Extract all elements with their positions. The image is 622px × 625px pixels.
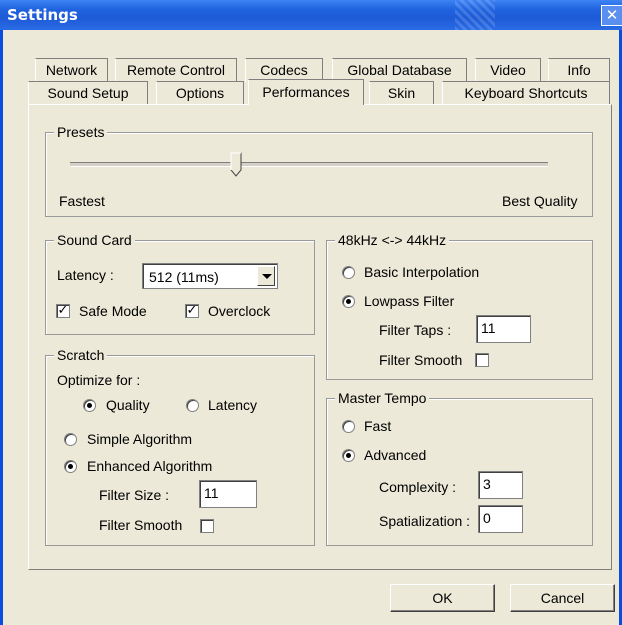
sound-card-legend: Sound Card [54, 232, 135, 248]
tab-keyboard-shortcuts[interactable]: Keyboard Shortcuts [442, 81, 610, 105]
window-frame-left [0, 30, 3, 625]
simple-algorithm-label: Simple Algorithm [87, 431, 193, 447]
tab-label: Remote Control [126, 62, 226, 78]
sound-card-group: Sound Card Latency : 512 (11ms) ✓ Safe M… [45, 232, 315, 335]
latency-label: Latency : [57, 267, 114, 283]
master-tempo-group: Master Tempo Fast Advanced Complexity : … [326, 390, 593, 546]
tab-sound-setup[interactable]: Sound Setup [28, 81, 148, 105]
complexity-input[interactable]: 3 [478, 471, 523, 499]
tab-label: Codecs [260, 62, 308, 78]
presets-max-label: Best Quality [502, 193, 578, 209]
fast-radio[interactable] [342, 420, 355, 433]
presets-slider-thumb[interactable] [230, 152, 244, 178]
overclock-checkbox[interactable]: ✓ [185, 304, 199, 318]
master-tempo-legend: Master Tempo [335, 390, 430, 406]
filter-size-input[interactable]: 11 [199, 480, 257, 508]
presets-slider-track[interactable] [70, 162, 548, 167]
tab-label: Info [567, 62, 591, 78]
scratch-filter-smooth-label: Filter Smooth [99, 517, 183, 533]
basic-interpolation-label: Basic Interpolation [364, 264, 480, 280]
presets-legend: Presets [54, 124, 108, 140]
safe-mode-checkbox[interactable]: ✓ [56, 304, 70, 318]
latency-radio-label: Latency [208, 397, 258, 413]
tab-remote-control[interactable]: Remote Control [115, 58, 237, 82]
title-bar[interactable]: Settings ✕ [0, 0, 622, 30]
quality-radio[interactable] [83, 399, 96, 412]
latency-value: 512 (11ms) [149, 269, 219, 285]
scratch-group: Scratch Optimize for : Quality Latency S… [45, 347, 315, 546]
filter-size-label: Filter Size : [99, 487, 170, 503]
tab-label: Global Database [347, 62, 452, 78]
safe-mode-label: Safe Mode [79, 303, 147, 319]
complexity-value: 3 [483, 476, 491, 492]
overclock-label: Overclock [208, 303, 271, 319]
tab-label: Skin [387, 85, 416, 101]
scratch-filter-smooth-checkbox[interactable] [200, 519, 214, 533]
tab-label: Options [175, 85, 225, 101]
enhanced-algorithm-radio[interactable] [64, 460, 77, 473]
filter-size-value: 11 [204, 485, 219, 501]
tab-label: Performances [262, 84, 350, 100]
complexity-label: Complexity : [379, 479, 457, 495]
quality-label: Quality [106, 397, 150, 413]
tab-video[interactable]: Video [475, 58, 541, 82]
advanced-radio[interactable] [342, 449, 355, 462]
optimize-for-label: Optimize for : [57, 372, 141, 388]
tab-skin[interactable]: Skin [369, 81, 434, 105]
ok-button[interactable]: OK [390, 584, 495, 612]
tab-network[interactable]: Network [35, 58, 108, 82]
tab-label: Video [490, 62, 526, 78]
tab-label: Keyboard Shortcuts [464, 85, 588, 101]
filter-taps-input[interactable]: 11 [476, 315, 531, 343]
filter-taps-value: 11 [481, 320, 496, 336]
lowpass-filter-label: Lowpass Filter [364, 293, 455, 309]
presets-min-label: Fastest [59, 193, 105, 209]
filter-smooth-label: Filter Smooth [379, 352, 463, 368]
window-title: Settings [7, 6, 78, 24]
basic-interpolation-radio[interactable] [342, 266, 355, 279]
presets-group: Presets Fastest Best Quality [45, 124, 593, 217]
simple-algorithm-radio[interactable] [64, 433, 77, 446]
filter-smooth-checkbox[interactable] [475, 353, 489, 367]
close-button[interactable]: ✕ [601, 5, 622, 26]
latency-dropdown[interactable]: 512 (11ms) [142, 263, 278, 289]
tab-options[interactable]: Options [156, 81, 244, 105]
fast-label: Fast [364, 418, 392, 434]
title-bar-decoration [455, 0, 495, 30]
scratch-legend: Scratch [54, 347, 108, 363]
chevron-down-icon[interactable] [257, 266, 275, 286]
tab-performances[interactable]: Performances [248, 79, 364, 105]
latency-radio[interactable] [186, 399, 199, 412]
filter-taps-label: Filter Taps : [379, 322, 452, 338]
enhanced-algorithm-label: Enhanced Algorithm [87, 458, 213, 474]
resample-legend: 48kHz <-> 44kHz [335, 232, 450, 248]
tab-label: Network [45, 62, 98, 78]
tab-label: Sound Setup [47, 85, 129, 101]
lowpass-filter-radio[interactable] [342, 295, 355, 308]
spatialization-value: 0 [483, 510, 491, 526]
resample-group: 48kHz <-> 44kHz Basic Interpolation Lowp… [326, 232, 593, 380]
advanced-label: Advanced [364, 447, 427, 463]
spatialization-input[interactable]: 0 [478, 505, 523, 533]
spatialization-label: Spatialization : [379, 513, 471, 529]
cancel-button[interactable]: Cancel [510, 584, 615, 612]
tab-info[interactable]: Info [548, 58, 610, 82]
